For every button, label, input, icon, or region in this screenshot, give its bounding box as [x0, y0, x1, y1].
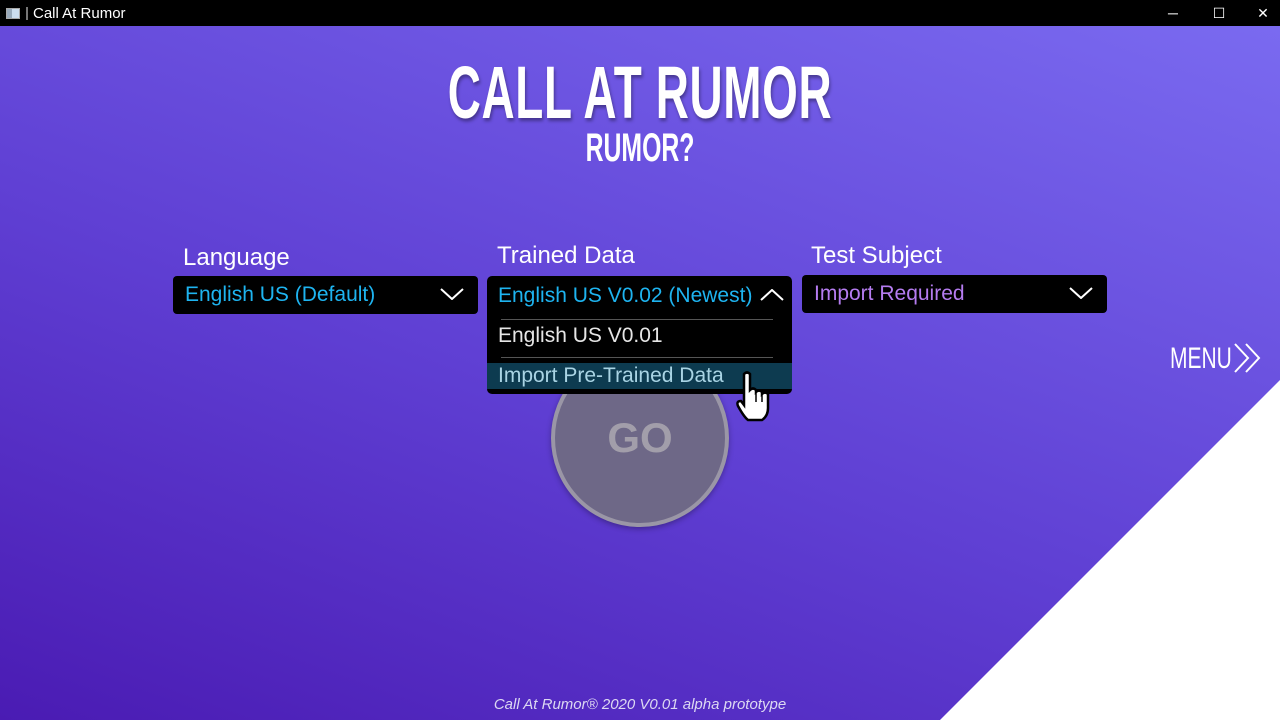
app-subtitle: RUMOR?: [585, 126, 695, 170]
double-chevron-right-icon[interactable]: [1232, 342, 1264, 374]
chevron-down-icon: [1069, 287, 1093, 299]
test-subject-value: Import Required: [814, 282, 965, 305]
menu-button[interactable]: MENU: [1170, 342, 1232, 376]
test-subject-dropdown[interactable]: Import Required: [802, 275, 1107, 313]
app-title: CALL AT RUMOR: [447, 51, 833, 134]
close-button[interactable]: ✕: [1240, 0, 1280, 26]
divider: [501, 357, 773, 358]
trained-data-label: Trained Data: [497, 242, 635, 269]
maximize-button[interactable]: ☐: [1196, 0, 1242, 26]
divider: [501, 319, 773, 320]
menu-label: MENU: [1170, 342, 1232, 375]
trained-data-selected[interactable]: English US V0.02 (Newest): [487, 284, 792, 308]
app-canvas: CALL AT RUMOR RUMOR? Language English US…: [0, 26, 1280, 720]
test-subject-label: Test Subject: [811, 242, 942, 269]
language-label: Language: [183, 244, 290, 271]
language-value: English US (Default): [185, 283, 376, 306]
app-icon: [6, 7, 20, 19]
option-english-us-v001[interactable]: English US V0.01: [487, 324, 792, 348]
chevron-up-icon[interactable]: [760, 289, 784, 301]
window-title: Call At Rumor: [33, 4, 126, 22]
chevron-down-icon: [440, 288, 464, 300]
footer-text: Call At Rumor® 2020 V0.01 alpha prototyp…: [493, 696, 787, 713]
title-bar: Call At Rumor ─ ☐ ✕: [0, 0, 1280, 26]
hand-cursor-icon: [736, 371, 770, 422]
go-label: GO: [607, 414, 673, 461]
minimize-button[interactable]: ─: [1150, 0, 1196, 26]
separator: [26, 6, 28, 20]
corner-decoration: [940, 380, 1280, 720]
language-dropdown[interactable]: English US (Default): [173, 276, 478, 314]
